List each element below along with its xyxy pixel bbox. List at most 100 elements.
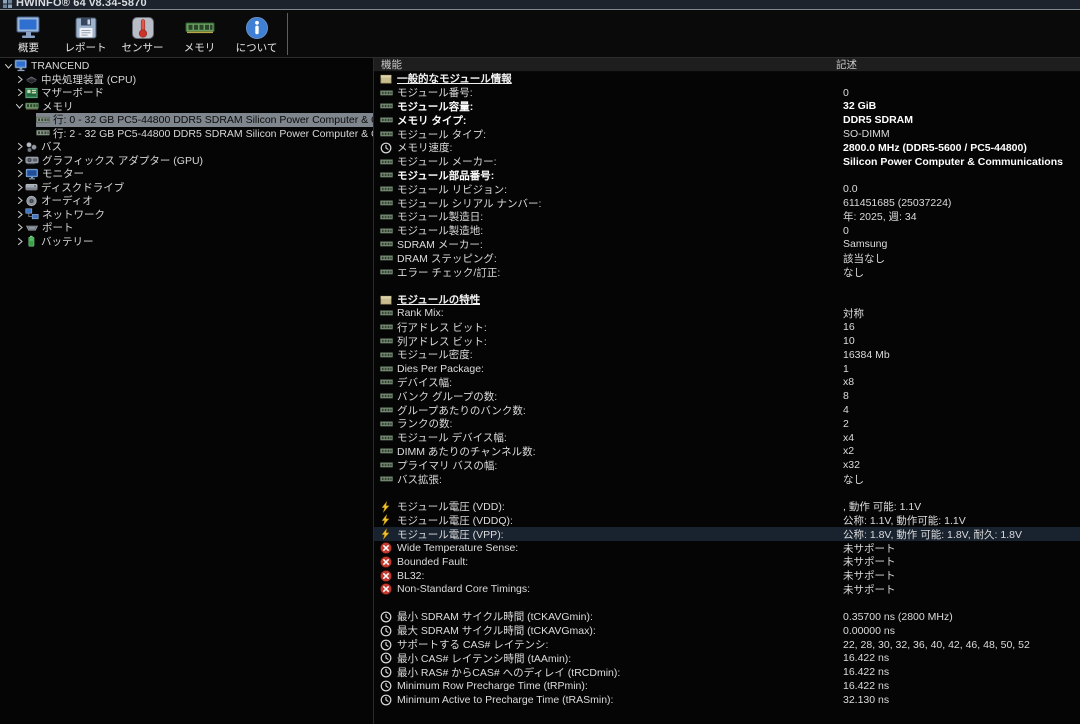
- detail-row[interactable]: 最小 CAS# レイテンシ時間 (tAAmin):16.422 ns: [374, 651, 1080, 665]
- bus-icon: [25, 141, 38, 153]
- detail-row[interactable]: Minimum Row Precharge Time (tRPmin):16.4…: [374, 679, 1080, 693]
- detail-row[interactable]: DIMM あたりのチャンネル数:x2: [374, 445, 1080, 459]
- detail-section-header[interactable]: モジュールの特性: [374, 293, 1080, 307]
- detail-rows: 一般的なモジュール情報モジュール番号:0モジュール容量:32 GiBメモリ タイ…: [374, 72, 1080, 724]
- detail-row[interactable]: メモリ タイプ:DDR5 SDRAM: [374, 113, 1080, 127]
- detail-row[interactable]: BL32:未サポート: [374, 569, 1080, 583]
- tree-item-audio[interactable]: オーディオ: [0, 194, 373, 208]
- detail-row[interactable]: モジュール部品番号:: [374, 169, 1080, 183]
- chevron-down-icon[interactable]: [3, 62, 14, 70]
- tree-item-gpu[interactable]: グラフィックス アダプター (GPU): [0, 154, 373, 168]
- description-value: DDR5 SDRAM: [843, 114, 1080, 126]
- detail-row[interactable]: モジュール デバイス幅:x4: [374, 431, 1080, 445]
- feature-label: メモリ速度:: [397, 141, 843, 155]
- bolt-icon: [380, 501, 393, 513]
- tree-item-motherboard[interactable]: マザーボード: [0, 86, 373, 100]
- tree-item-memory-row-0[interactable]: 行: 0 - 32 GB PC5-44800 DDR5 SDRAM Silico…: [0, 113, 373, 127]
- detail-row[interactable]: Dies Per Package:1: [374, 362, 1080, 376]
- detail-row[interactable]: 行アドレス ビット:16: [374, 320, 1080, 334]
- detail-row[interactable]: 最小 SDRAM サイクル時間 (tCKAVGmin):0.35700 ns (…: [374, 610, 1080, 624]
- tree-item-memory[interactable]: メモリ: [0, 100, 373, 114]
- detail-row[interactable]: エラー チェック/訂正:なし: [374, 265, 1080, 279]
- detail-row[interactable]: バンク グループの数:8: [374, 389, 1080, 403]
- chevron-right-icon[interactable]: [14, 223, 25, 232]
- tree-item-memory-row-2[interactable]: 行: 2 - 32 GB PC5-44800 DDR5 SDRAM Silico…: [0, 127, 373, 141]
- tree-item-battery[interactable]: バッテリー: [0, 235, 373, 249]
- chevron-right-icon[interactable]: [14, 142, 25, 151]
- detail-row[interactable]: モジュール番号:0: [374, 86, 1080, 100]
- description-value: 0.00000 ns: [843, 625, 1080, 637]
- ram-small-icon: [380, 363, 393, 375]
- toolbar-button-overview[interactable]: 概要: [0, 10, 57, 57]
- tree-item-network[interactable]: ネットワーク: [0, 208, 373, 222]
- clock-icon: [380, 611, 393, 623]
- detail-row[interactable]: Wide Temperature Sense:未サポート: [374, 541, 1080, 555]
- detail-row[interactable]: メモリ速度:2800.0 MHz (DDR5-5600 / PC5-44800): [374, 141, 1080, 155]
- app-icon: [3, 0, 12, 8]
- toolbar-button-label: メモリ: [184, 43, 216, 54]
- chevron-right-icon[interactable]: [14, 210, 25, 219]
- memory-icon: [25, 100, 39, 112]
- detail-row[interactable]: Non-Standard Core Timings:未サポート: [374, 582, 1080, 596]
- tree-item-port[interactable]: ポート: [0, 221, 373, 235]
- detail-row[interactable]: バス拡張:なし: [374, 472, 1080, 486]
- detail-row[interactable]: Bounded Fault:未サポート: [374, 555, 1080, 569]
- detail-section-header[interactable]: 一般的なモジュール情報: [374, 72, 1080, 86]
- chevron-right-icon[interactable]: [14, 156, 25, 165]
- detail-row[interactable]: モジュール容量:32 GiB: [374, 100, 1080, 114]
- detail-row[interactable]: グループあたりのバンク数:4: [374, 403, 1080, 417]
- detail-row[interactable]: モジュール製造日:年: 2025, 週: 34: [374, 210, 1080, 224]
- detail-row[interactable]: モジュール電圧 (VDD):, 動作 可能: 1.1V: [374, 500, 1080, 514]
- detail-row[interactable]: 列アドレス ビット:10: [374, 334, 1080, 348]
- detail-row[interactable]: Rank Mix:対称: [374, 307, 1080, 321]
- chevron-right-icon[interactable]: [14, 237, 25, 246]
- tree-item-cpu[interactable]: 中央処理装置 (CPU): [0, 73, 373, 87]
- chevron-right-icon[interactable]: [14, 88, 25, 97]
- detail-row[interactable]: Minimum Active to Precharge Time (tRASmi…: [374, 693, 1080, 707]
- detail-row[interactable]: SDRAM メーカー:Samsung: [374, 238, 1080, 252]
- detail-row[interactable]: ランクの数:2: [374, 417, 1080, 431]
- detail-row[interactable]: モジュール密度:16384 Mb: [374, 348, 1080, 362]
- detail-row[interactable]: 最大 SDRAM サイクル時間 (tCKAVGmax):0.00000 ns: [374, 624, 1080, 638]
- detail-row[interactable]: モジュール メーカー:Silicon Power Computer & Comm…: [374, 155, 1080, 169]
- toolbar-button-memory[interactable]: メモリ: [171, 10, 228, 57]
- tree-item-monitor[interactable]: モニター: [0, 167, 373, 181]
- detail-row[interactable]: モジュール電圧 (VPP):公称: 1.8V, 動作 可能: 1.8V, 耐久:…: [374, 527, 1080, 541]
- chevron-down-icon[interactable]: [14, 102, 25, 110]
- detail-row[interactable]: モジュール リビジョン:0.0: [374, 182, 1080, 196]
- tree-item-label: ディスクドライブ: [41, 181, 124, 195]
- tree-item-bus[interactable]: バス: [0, 140, 373, 154]
- toolbar-button-about[interactable]: について: [228, 10, 285, 57]
- detail-row[interactable]: DRAM ステッピング:該当なし: [374, 251, 1080, 265]
- detail-row[interactable]: モジュール シリアル ナンバー:611451685 (25037224): [374, 196, 1080, 210]
- detail-row[interactable]: モジュール電圧 (VDDQ):公称: 1.1V, 動作可能: 1.1V: [374, 514, 1080, 528]
- detail-row[interactable]: モジュール製造地:0: [374, 224, 1080, 238]
- ram-small-icon: [380, 100, 393, 112]
- detail-row[interactable]: 最小 RAS# からCAS# へのディレイ (tRCDmin):16.422 n…: [374, 665, 1080, 679]
- tree-item-computer-root[interactable]: TRANCEND: [0, 59, 373, 73]
- chevron-right-icon[interactable]: [14, 183, 25, 192]
- toolbar-button-sensors[interactable]: センサー: [114, 10, 171, 57]
- cpu-icon: [25, 73, 38, 85]
- column-header-feature[interactable]: 機能: [374, 58, 836, 72]
- tree-item-disk-drive[interactable]: ディスクドライブ: [0, 181, 373, 195]
- chevron-right-icon[interactable]: [14, 169, 25, 178]
- detail-row[interactable]: デバイス幅:x8: [374, 376, 1080, 390]
- description-value: 未サポート: [843, 582, 1080, 596]
- report-icon: [73, 14, 99, 42]
- port-icon: [25, 222, 39, 234]
- toolbar-button-report[interactable]: レポート: [57, 10, 114, 57]
- detail-row[interactable]: モジュール タイプ:SO-DIMM: [374, 127, 1080, 141]
- detail-row[interactable]: サポートする CAS# レイテンシ:22, 28, 30, 32, 36, 40…: [374, 638, 1080, 652]
- feature-label: モジュール製造日:: [397, 210, 843, 224]
- feature-label: Minimum Active to Precharge Time (tRASmi…: [397, 694, 843, 706]
- detail-row[interactable]: プライマリ バスの幅:x32: [374, 458, 1080, 472]
- tree-item-label: 行: 2 - 32 GB PC5-44800 DDR5 SDRAM Silico…: [53, 127, 373, 141]
- column-header-description[interactable]: 記述: [836, 58, 1080, 72]
- clock-icon: [380, 680, 393, 692]
- chevron-right-icon[interactable]: [14, 196, 25, 205]
- chevron-right-icon[interactable]: [14, 75, 25, 84]
- feature-label: モジュール密度:: [397, 348, 843, 362]
- feature-label: モジュール部品番号:: [397, 169, 843, 183]
- redx-icon: [380, 542, 393, 554]
